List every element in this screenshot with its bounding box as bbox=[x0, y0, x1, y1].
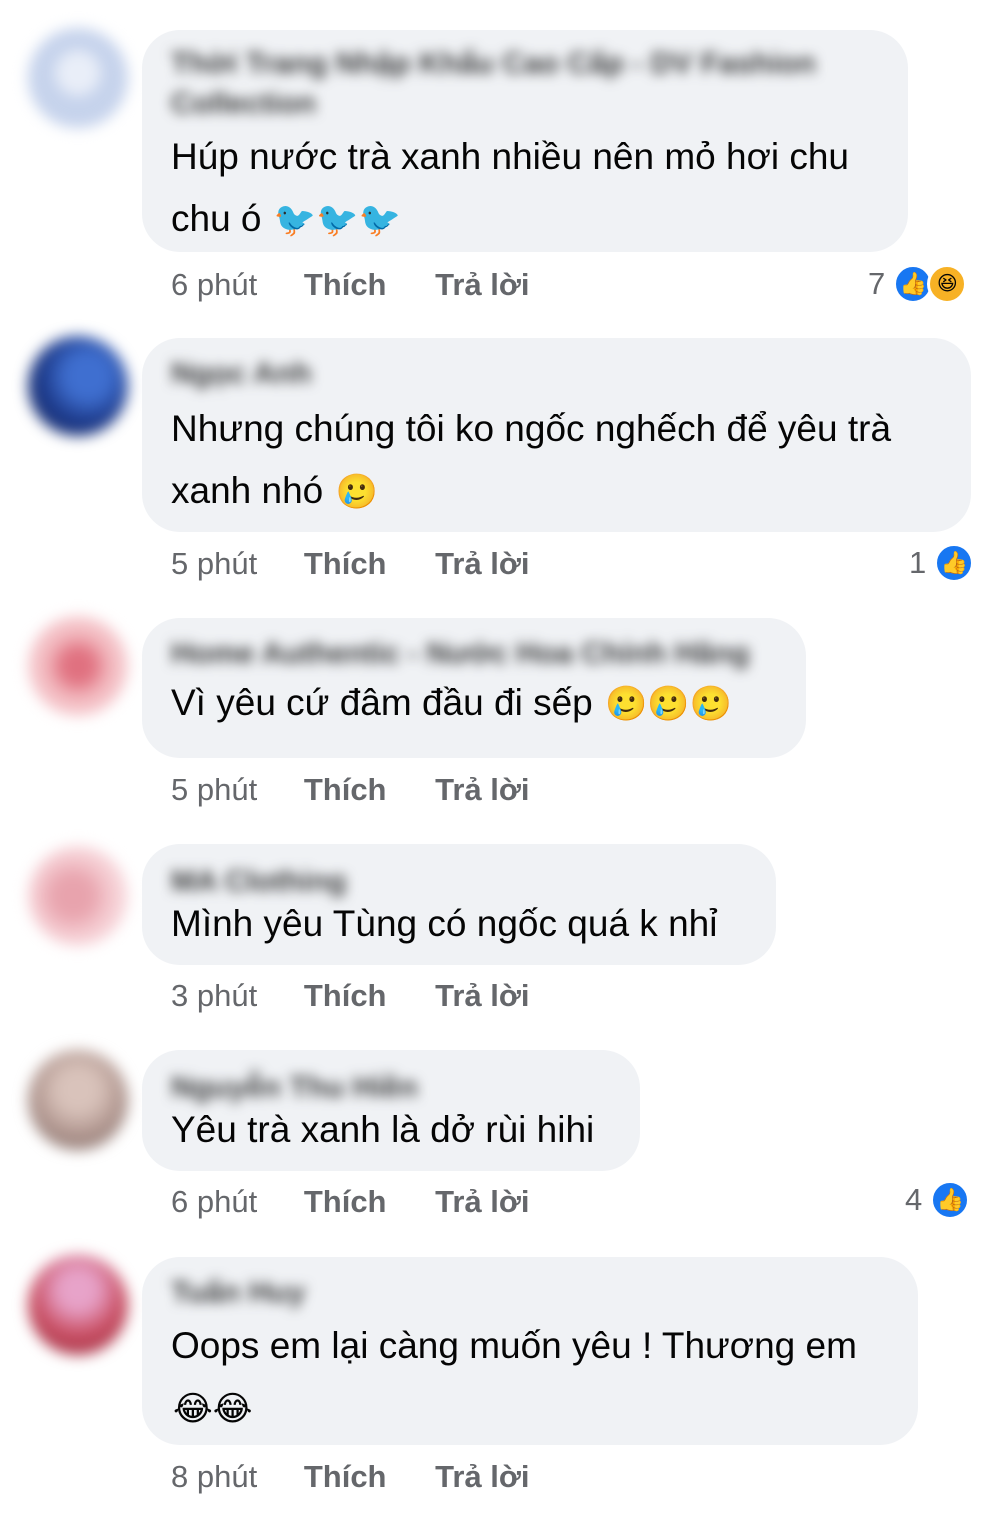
like-button[interactable]: Thích bbox=[304, 544, 387, 584]
comment-text-content: Yêu trà xanh là dở rùi hihi bbox=[171, 1109, 595, 1150]
comment-bubble: Ngọc Anh Nhưng chúng tôi ko ngốc nghếch … bbox=[142, 338, 971, 532]
comment-bubble: MA Clothing Mình yêu Tùng có ngốc quá k … bbox=[142, 844, 776, 965]
reply-button[interactable]: Trả lời bbox=[435, 770, 529, 810]
comment-text: Vì yêu cứ đâm đầu đi sếp 🥲🥲🥲 bbox=[171, 672, 778, 734]
comment-timestamp[interactable]: 6 phút bbox=[171, 265, 257, 305]
like-button[interactable]: Thích bbox=[304, 265, 387, 305]
avatar[interactable] bbox=[28, 1255, 128, 1355]
comment-actions: 6 phút Thích Trả lời bbox=[171, 265, 530, 305]
reply-button[interactable]: Trả lời bbox=[435, 544, 529, 584]
avatar[interactable] bbox=[28, 1050, 128, 1150]
thumbs-up-icon: 👍 bbox=[930, 1180, 971, 1220]
comment-bubble: Tuấn Huy Oops em lại càng muốn yêu ! Thư… bbox=[142, 1257, 918, 1445]
like-button[interactable]: Thích bbox=[304, 976, 387, 1016]
reaction-count: 1 bbox=[909, 545, 927, 580]
reaction-count: 4 bbox=[905, 1182, 923, 1217]
bird-emoji-icon: 🐦🐦🐦 bbox=[273, 201, 401, 239]
avatar[interactable] bbox=[28, 616, 128, 716]
comment-timestamp[interactable]: 8 phút bbox=[171, 1457, 257, 1497]
avatar[interactable] bbox=[28, 336, 128, 436]
reaction-summary[interactable]: 7 👍 😆 bbox=[868, 262, 968, 306]
comment-author[interactable]: MA Clothing bbox=[171, 862, 748, 902]
laughing-face-icon: 😆 bbox=[927, 264, 968, 304]
smiling-tear-emoji-icon: 🥲 bbox=[335, 473, 378, 511]
like-button[interactable]: Thích bbox=[304, 770, 387, 810]
comment-text-content: Nhưng chúng tôi ko ngốc nghếch để yêu tr… bbox=[171, 408, 892, 511]
comment-text-content: Vì yêu cứ đâm đầu đi sếp bbox=[171, 682, 593, 723]
reply-button[interactable]: Trả lời bbox=[435, 976, 529, 1016]
comment-text: Yêu trà xanh là dở rùi hihi bbox=[171, 1102, 612, 1158]
comment-text: Mình yêu Tùng có ngốc quá k nhỉ bbox=[171, 896, 748, 952]
comment-author[interactable]: Ngọc Anh bbox=[171, 354, 943, 394]
comment-bubble: Home Authentic - Nước Hoa Chính Hãng Vì … bbox=[142, 618, 806, 758]
comment-text-content: Oops em lại càng muốn yêu ! Thương em bbox=[171, 1325, 857, 1366]
comment-author[interactable]: Nguyễn Thu Hiền bbox=[171, 1068, 612, 1108]
comment-text-content: Húp nước trà xanh nhiều nên mỏ hơi chu c… bbox=[171, 136, 850, 239]
smiling-tear-emoji-icon: 🥲🥲🥲 bbox=[605, 685, 733, 723]
like-button[interactable]: Thích bbox=[304, 1182, 387, 1222]
comment-text: Húp nước trà xanh nhiều nên mỏ hơi chu c… bbox=[171, 126, 880, 250]
reply-button[interactable]: Trả lời bbox=[435, 265, 529, 305]
avatar[interactable] bbox=[28, 846, 128, 946]
reply-button[interactable]: Trả lời bbox=[435, 1457, 529, 1497]
comment-actions: 5 phút Thích Trả lời bbox=[171, 770, 530, 810]
reaction-count: 7 bbox=[868, 266, 886, 301]
reaction-summary[interactable]: 1 👍 bbox=[909, 541, 975, 585]
comment-timestamp[interactable]: 5 phút bbox=[171, 544, 257, 584]
comment-author[interactable]: Thời Trang Nhập Khẩu Cao Cấp - DV Fashio… bbox=[171, 44, 861, 128]
comment-actions: 5 phút Thích Trả lời bbox=[171, 544, 530, 584]
comment-text-content: Mình yêu Tùng có ngốc quá k nhỉ bbox=[171, 903, 718, 944]
comment-text: Nhưng chúng tôi ko ngốc nghếch để yêu tr… bbox=[171, 398, 943, 522]
comment-timestamp[interactable]: 3 phút bbox=[171, 976, 257, 1016]
comment-timestamp[interactable]: 5 phút bbox=[171, 770, 257, 810]
comment-bubble: Thời Trang Nhập Khẩu Cao Cấp - DV Fashio… bbox=[142, 30, 908, 252]
tears-of-joy-emoji-icon: 😂😂 bbox=[173, 1390, 253, 1428]
reaction-summary[interactable]: 4 👍 bbox=[905, 1178, 971, 1222]
avatar[interactable] bbox=[28, 28, 128, 128]
comment-timestamp[interactable]: 6 phút bbox=[171, 1182, 257, 1222]
comment-author[interactable]: Home Authentic - Nước Hoa Chính Hãng bbox=[171, 634, 771, 674]
comment-text: Oops em lại càng muốn yêu ! Thương em 😂😂 bbox=[171, 1315, 890, 1439]
comment-actions: 8 phút Thích Trả lời bbox=[171, 1457, 530, 1497]
comment-actions: 6 phút Thích Trả lời bbox=[171, 1182, 530, 1222]
reply-button[interactable]: Trả lời bbox=[435, 1182, 529, 1222]
comment-author[interactable]: Tuấn Huy bbox=[171, 1273, 890, 1313]
comment-actions: 3 phút Thích Trả lời bbox=[171, 976, 530, 1016]
thumbs-up-icon: 👍 bbox=[934, 543, 975, 583]
comment-bubble: Nguyễn Thu Hiền Yêu trà xanh là dở rùi h… bbox=[142, 1050, 640, 1171]
like-button[interactable]: Thích bbox=[304, 1457, 387, 1497]
